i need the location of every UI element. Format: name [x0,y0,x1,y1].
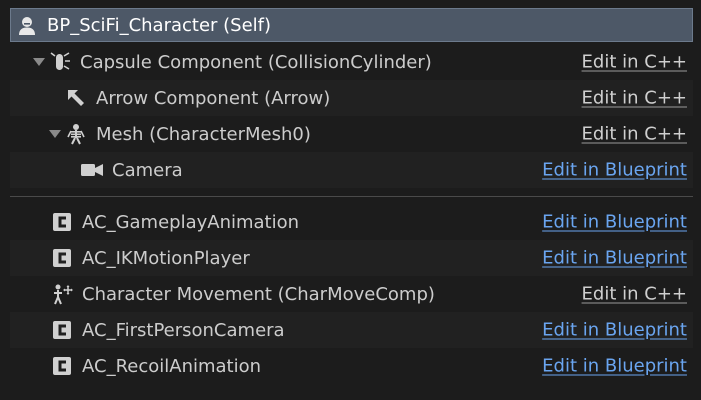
section-divider [10,196,693,197]
edit-in-cpp-link[interactable]: Edit in C++ [582,88,687,109]
edit-in-blueprint-link[interactable]: Edit in Blueprint [542,320,687,341]
edit-in-blueprint-link[interactable]: Edit in Blueprint [542,160,687,181]
component-item-gameplay-animation[interactable]: AC_GameplayAnimation Edit in Blueprint [10,204,693,240]
edit-in-blueprint-link[interactable]: Edit in Blueprint [542,212,687,233]
skeleton-icon [64,122,88,146]
tree-item-camera[interactable]: Camera Edit in Blueprint [10,152,693,188]
capsule-icon [48,50,72,74]
character-movement-icon [50,282,74,306]
actor-component-icon [50,246,74,270]
tree-item-arrow-component[interactable]: Arrow Component (Arrow) Edit in C++ [10,80,693,116]
expand-arrow-icon[interactable] [48,127,62,141]
edit-in-cpp-link[interactable]: Edit in C++ [582,284,687,305]
camera-icon [80,158,104,182]
edit-in-blueprint-link[interactable]: Edit in Blueprint [542,356,687,377]
tree-item-capsule-component[interactable]: Capsule Component (CollisionCylinder) Ed… [10,44,693,80]
expand-arrow-icon[interactable] [32,55,46,69]
arrow-component-icon [64,86,88,110]
components-panel: BP_SciFi_Character (Self) Capsule Compon… [0,0,701,400]
edit-in-blueprint-link[interactable]: Edit in Blueprint [542,248,687,269]
root-component-row[interactable]: BP_SciFi_Character (Self) [10,8,693,42]
component-item-first-person-camera[interactable]: AC_FirstPersonCamera Edit in Blueprint [10,312,693,348]
actor-component-icon [50,210,74,234]
tree-item-mesh[interactable]: Mesh (CharacterMesh0) Edit in C++ [10,116,693,152]
edit-in-cpp-link[interactable]: Edit in C++ [582,52,687,73]
edit-in-cpp-link[interactable]: Edit in C++ [582,124,687,145]
actor-component-icon [50,354,74,378]
actor-component-icon [50,318,74,342]
root-component-label: BP_SciFi_Character (Self) [47,14,272,36]
component-item-recoil-animation[interactable]: AC_RecoilAnimation Edit in Blueprint [10,348,693,384]
component-item-ik-motion-player[interactable]: AC_IKMotionPlayer Edit in Blueprint [10,240,693,276]
character-icon [15,13,39,37]
component-item-character-movement[interactable]: Character Movement (CharMoveComp) Edit i… [10,276,693,312]
